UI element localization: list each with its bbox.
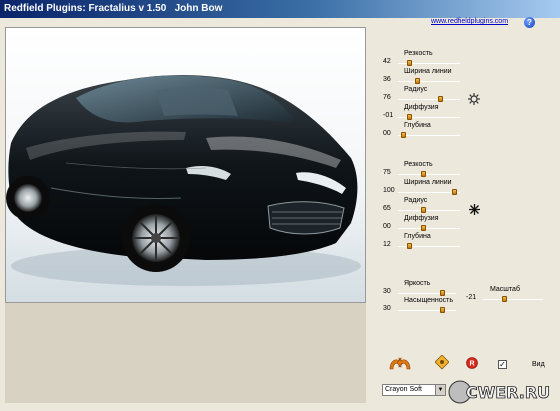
slider-label: Масштаб [490, 286, 520, 293]
sun-gear-icon[interactable] [468, 93, 480, 105]
slider-label: Диффузия [404, 104, 439, 111]
slider-track[interactable] [398, 210, 460, 211]
help-icon[interactable]: ? [524, 17, 535, 28]
preset-select[interactable]: Crayon Soft ▼ [382, 384, 446, 396]
slider-thumb[interactable] [406, 60, 412, 66]
slider-label: Насыщенность [404, 297, 454, 304]
slider-thumb[interactable] [415, 78, 421, 84]
slider-thumb[interactable] [440, 290, 446, 296]
reset-icon[interactable]: R [466, 357, 478, 369]
undo-redo-arrows-icon[interactable] [387, 355, 413, 371]
slider-label: Ширина линии [404, 179, 452, 186]
slider-thumb[interactable] [502, 296, 508, 302]
slider-thumb[interactable] [406, 114, 412, 120]
window-title: Redfield Plugins: Fractalius v 1.50 John… [0, 0, 560, 18]
slider-thumb[interactable] [420, 207, 426, 213]
random-dice-icon[interactable] [435, 355, 449, 371]
slider-thumb[interactable] [400, 132, 406, 138]
slider-thumb[interactable] [437, 96, 443, 102]
watermark-logo: CWER.RU [448, 380, 551, 404]
slider-label: Радиус [404, 197, 428, 204]
starburst-icon[interactable] [469, 204, 480, 215]
preset-value: Crayon Soft [385, 386, 422, 393]
view-checkbox[interactable]: ✓ [498, 360, 507, 369]
slider-thumb[interactable] [440, 307, 446, 313]
slider-label: Ширина линии [404, 68, 452, 75]
slider-track[interactable] [398, 81, 460, 82]
svg-text:CWER.RU: CWER.RU [466, 383, 550, 402]
slider-track[interactable] [398, 135, 460, 136]
slider-label: Глубина [404, 233, 431, 240]
preview-lower-panel [5, 303, 366, 403]
slider-thumb[interactable] [420, 171, 426, 177]
slider-track[interactable] [398, 99, 460, 100]
website-link[interactable]: www.redfieldplugins.com [431, 18, 508, 25]
slider-track[interactable] [398, 192, 460, 193]
svg-text:R: R [469, 361, 474, 368]
image-preview[interactable] [5, 27, 366, 303]
slider-track[interactable] [483, 299, 543, 300]
slider-label: Резкость [404, 50, 433, 57]
slider-track[interactable] [398, 310, 456, 311]
slider-track[interactable] [398, 293, 456, 294]
view-checkbox-label: Вид [532, 361, 545, 368]
slider-track[interactable] [398, 174, 460, 175]
chevron-down-icon[interactable]: ▼ [435, 385, 445, 395]
slider-thumb[interactable] [420, 225, 426, 231]
slider-label: Резкость [404, 161, 433, 168]
slider-thumb[interactable] [406, 243, 412, 249]
slider-label: Радиус [404, 86, 428, 93]
slider-track[interactable] [398, 228, 460, 229]
car-preview-image [6, 28, 365, 302]
slider-label: Диффузия [404, 215, 439, 222]
slider-thumb[interactable] [452, 189, 458, 195]
slider-label: Яркость [404, 280, 431, 287]
slider-label: Глубина [404, 122, 431, 129]
